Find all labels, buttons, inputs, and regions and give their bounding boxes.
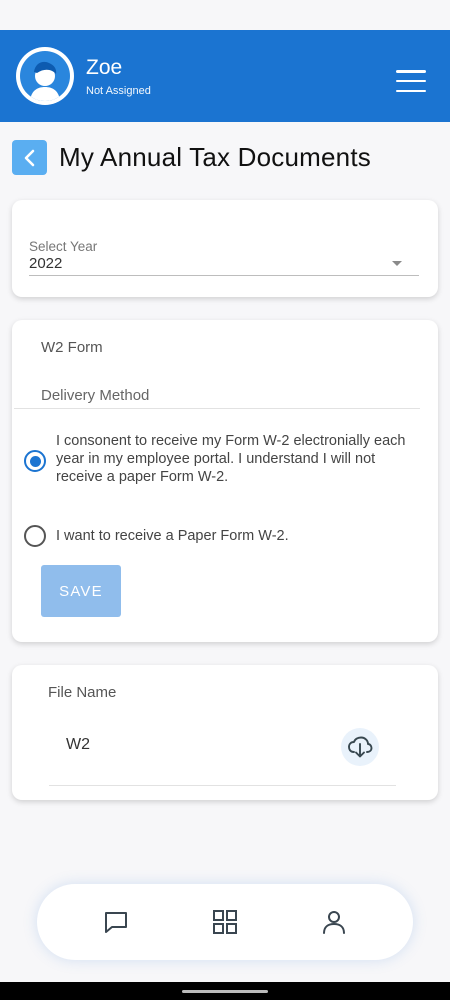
- delivery-method-label: Delivery Method: [41, 387, 150, 404]
- chevron-left-icon: [24, 149, 34, 166]
- w2-form-title: W2 Form: [41, 339, 103, 356]
- status-bar: [0, 0, 450, 30]
- file-name-header: File Name: [48, 684, 117, 701]
- user-info: Zoe Not Assigned: [86, 55, 151, 97]
- year-select-label: Select Year: [29, 239, 98, 254]
- radio-option-label: I want to receive a Paper Form W-2.: [56, 528, 289, 544]
- radio-option-paper[interactable]: I want to receive a Paper Form W-2.: [24, 525, 289, 547]
- download-button[interactable]: [341, 728, 379, 766]
- user-avatar-icon[interactable]: [16, 47, 74, 105]
- year-select-card: Select Year 2022: [12, 200, 438, 297]
- app-header: Zoe Not Assigned: [0, 30, 450, 122]
- year-select-value[interactable]: 2022: [29, 255, 62, 272]
- save-button[interactable]: SAVE: [41, 565, 121, 617]
- caret-down-icon[interactable]: [392, 261, 402, 266]
- user-name: Zoe: [86, 56, 123, 79]
- radio-unselected-icon[interactable]: [24, 525, 46, 547]
- bottom-navigation: [37, 884, 413, 960]
- page-title: My Annual Tax Documents: [59, 142, 371, 172]
- files-card: File Name W2: [12, 665, 438, 800]
- file-name: W2: [66, 736, 90, 753]
- file-row: W2: [49, 720, 396, 786]
- radio-option-electronic[interactable]: I consonent to receive my Form W-2 elect…: [24, 432, 416, 486]
- home-indicator[interactable]: [182, 990, 268, 993]
- grid-icon[interactable]: [205, 902, 245, 942]
- year-select-underline: [29, 275, 419, 276]
- radio-option-label: I consonent to receive my Form W-2 elect…: [56, 433, 406, 485]
- cloud-download-icon: [348, 736, 373, 758]
- profile-icon[interactable]: [314, 902, 354, 942]
- chat-icon[interactable]: [96, 902, 136, 942]
- delivery-method-divider: [14, 408, 420, 409]
- w2-form-card: W2 Form Delivery Method I consonent to r…: [12, 320, 438, 642]
- user-status: Not Assigned: [86, 85, 151, 97]
- page-title-row: My Annual Tax Documents: [12, 140, 371, 175]
- hamburger-menu-icon[interactable]: [396, 70, 426, 92]
- radio-selected-icon[interactable]: [24, 450, 46, 472]
- back-button[interactable]: [12, 140, 47, 175]
